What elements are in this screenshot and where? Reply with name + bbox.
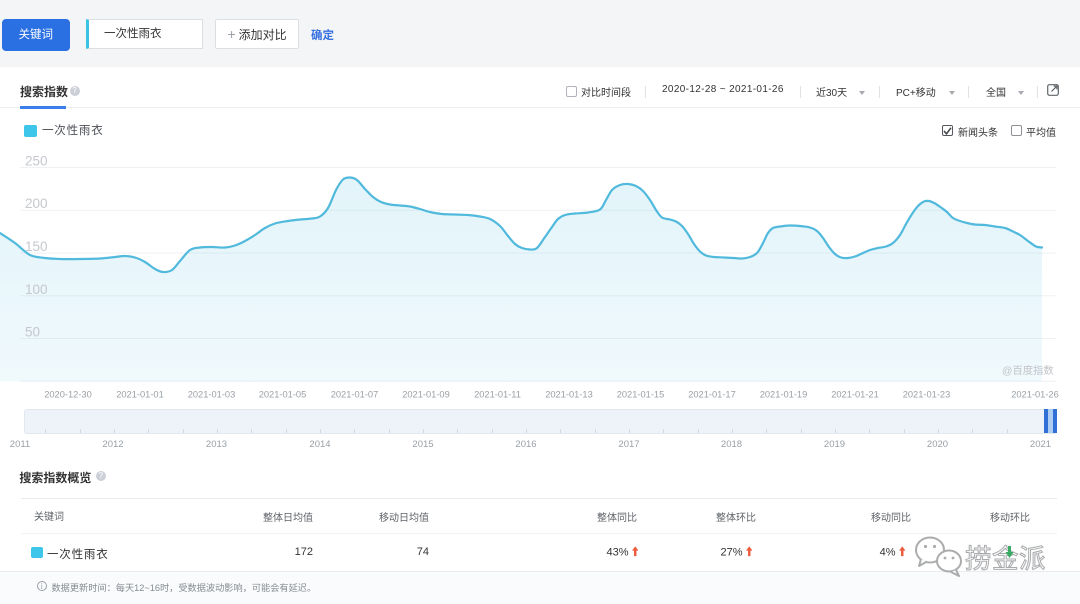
svg-text:2021-01-15: 2021-01-15 <box>617 390 665 400</box>
svg-text:2021-01-07: 2021-01-07 <box>331 390 379 400</box>
svg-text:100: 100 <box>25 282 48 297</box>
svg-text:2021-01-17: 2021-01-17 <box>688 390 736 400</box>
svg-text:2021-01-11: 2021-01-11 <box>474 390 521 400</box>
svg-text:2021-01-23: 2021-01-23 <box>903 390 951 400</box>
svg-text:2021-01-03: 2021-01-03 <box>188 390 236 400</box>
svg-text:2020-12-30: 2020-12-30 <box>44 390 92 400</box>
svg-text:@百度指数: @百度指数 <box>1002 364 1054 377</box>
svg-text:2021-01-19: 2021-01-19 <box>760 390 808 400</box>
svg-text:150: 150 <box>25 239 48 254</box>
svg-text:2021-01-05: 2021-01-05 <box>259 390 307 400</box>
svg-text:50: 50 <box>25 325 40 340</box>
svg-text:2021-01-13: 2021-01-13 <box>545 390 593 400</box>
svg-text:200: 200 <box>25 196 48 211</box>
svg-text:2021-01-09: 2021-01-09 <box>402 390 450 400</box>
svg-text:250: 250 <box>25 154 48 169</box>
svg-text:2021-01-21: 2021-01-21 <box>831 390 879 400</box>
svg-text:2021-01-01: 2021-01-01 <box>116 390 164 400</box>
svg-text:2021-01-26: 2021-01-26 <box>1011 390 1059 400</box>
